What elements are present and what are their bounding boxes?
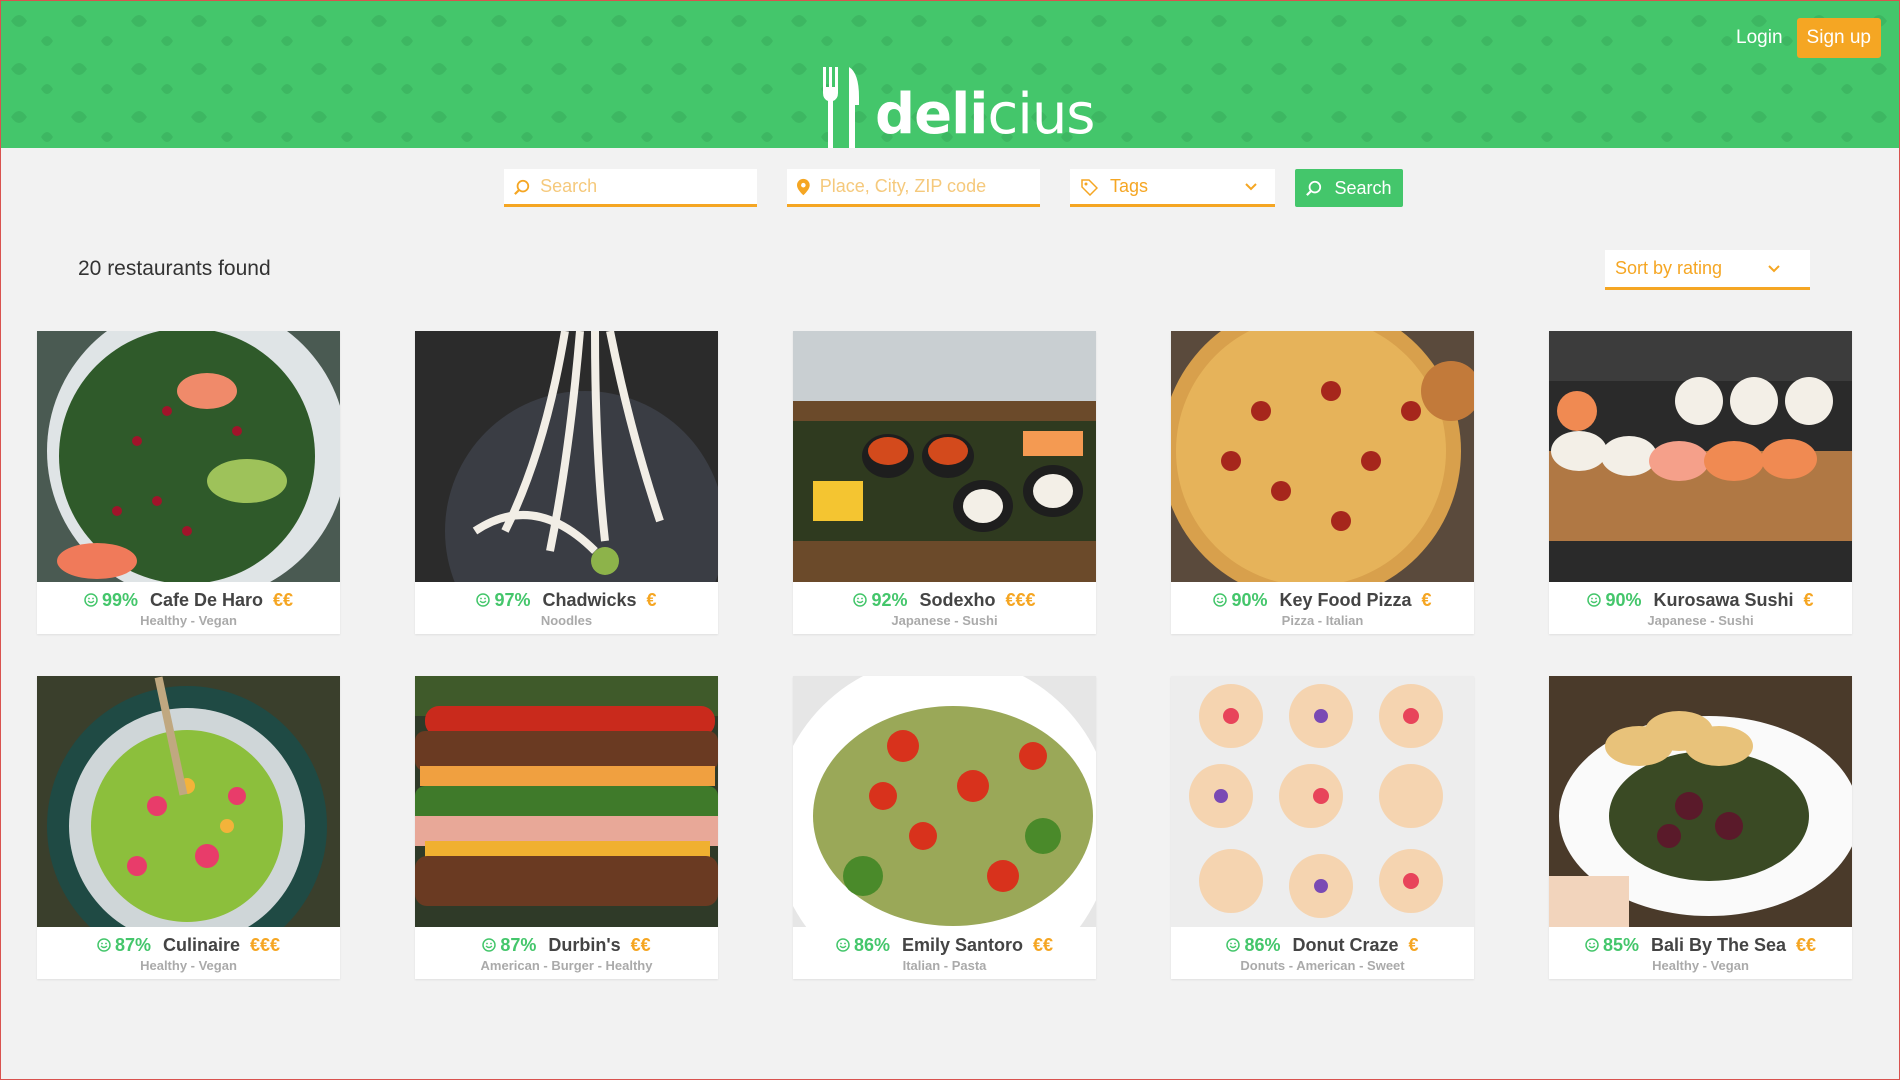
restaurant-price: €: [1408, 935, 1419, 955]
restaurant-card[interactable]: 90% Kurosawa Sushi € Japanese - Sushi: [1549, 331, 1852, 634]
restaurant-name: Chadwicks: [542, 590, 637, 610]
restaurant-tags: Healthy - Vegan: [1652, 958, 1749, 973]
login-link[interactable]: Login: [1736, 27, 1783, 49]
restaurant-tags: Italian - Pasta: [902, 958, 987, 973]
restaurant-price: €€€: [250, 935, 281, 955]
search-field[interactable]: [504, 169, 757, 207]
restaurant-name: Culinaire: [162, 935, 240, 955]
restaurant-card[interactable]: 97% Chadwicks € Noodles: [415, 331, 718, 634]
sort-label: Sort by rating: [1615, 258, 1723, 278]
restaurant-card[interactable]: 92% Sodexho €€€ Japanese - Sushi: [793, 331, 1096, 634]
smiley-icon: [1585, 938, 1599, 952]
restaurant-rating: 97%: [494, 590, 531, 610]
search-icon: [1306, 180, 1322, 196]
restaurant-photo: [415, 331, 718, 582]
fork-knife-icon: [823, 67, 859, 148]
restaurant-price: €: [1803, 590, 1814, 610]
restaurant-card[interactable]: 86% Donut Craze € Donuts - American - Sweet: [1171, 676, 1474, 979]
restaurant-tags: Noodles: [540, 613, 593, 628]
smiley-icon: [1226, 938, 1241, 952]
restaurant-tags: Japanese - Sushi: [891, 613, 998, 628]
smiley-icon: [97, 938, 111, 952]
restaurant-price: €€: [1796, 935, 1817, 955]
place-field[interactable]: [787, 169, 1040, 207]
restaurant-card[interactable]: 87% Culinaire €€€ Healthy - Vegan: [37, 676, 340, 979]
restaurant-name: Key Food Pizza: [1279, 590, 1412, 610]
restaurant-price: €€: [1033, 935, 1054, 955]
restaurant-rating: 87%: [500, 935, 537, 955]
restaurant-name: Cafe De Haro: [149, 590, 264, 610]
restaurant-tags: Pizza - Italian: [1281, 613, 1364, 628]
search-bar: Tags Search: [504, 169, 1403, 207]
site-header: delicius Login Sign up: [1, 1, 1899, 148]
restaurant-name: Emily Santoro: [901, 935, 1024, 955]
restaurant-rating: 86%: [1244, 935, 1281, 955]
logo[interactable]: delicius: [821, 67, 1095, 148]
restaurant-name: Durbin's: [548, 935, 621, 955]
restaurant-photo: [1171, 331, 1474, 582]
restaurant-tags: Donuts - American - Sweet: [1240, 958, 1405, 973]
restaurant-photo: [793, 331, 1096, 582]
brand-name: delicius: [875, 82, 1095, 147]
smiley-icon: [836, 938, 850, 952]
chevron-down-icon: [1768, 264, 1780, 272]
restaurant-photo: [1549, 676, 1852, 927]
restaurant-card[interactable]: 99% Cafe De Haro €€ Healthy - Vegan: [37, 331, 340, 634]
chevron-down-icon: [1245, 182, 1257, 190]
restaurant-rating: 92%: [871, 590, 908, 610]
tags-label: Tags: [1110, 176, 1149, 196]
location-pin-icon: [797, 178, 810, 195]
search-input[interactable]: [540, 176, 757, 197]
sort-select[interactable]: Sort by rating: [1605, 250, 1810, 290]
restaurant-photo: [415, 676, 718, 927]
smiley-icon: [476, 593, 491, 607]
restaurant-price: €€: [630, 935, 651, 955]
restaurant-card[interactable]: 86% Emily Santoro €€ Italian - Pasta: [793, 676, 1096, 979]
smiley-icon: [853, 593, 868, 607]
restaurant-rating: 90%: [1231, 590, 1268, 610]
restaurant-tags: Healthy - Vegan: [140, 958, 237, 973]
restaurant-price: €: [1421, 590, 1432, 610]
search-icon: [514, 179, 530, 195]
smiley-icon: [482, 938, 497, 952]
restaurant-name: Sodexho: [919, 590, 996, 610]
restaurant-photo: [1171, 676, 1474, 927]
signup-button[interactable]: Sign up: [1796, 18, 1881, 58]
restaurant-name: Kurosawa Sushi: [1653, 590, 1794, 610]
search-button-label: Search: [1334, 177, 1392, 198]
restaurant-card[interactable]: 90% Key Food Pizza € Pizza - Italian: [1171, 331, 1474, 634]
restaurant-rating: 86%: [853, 935, 890, 955]
restaurant-name: Bali By The Sea: [1650, 935, 1787, 955]
results-count: 20 restaurants found: [78, 257, 271, 280]
restaurant-tags: Healthy - Vegan: [140, 613, 237, 628]
search-button[interactable]: Search: [1295, 169, 1403, 207]
restaurant-name: Donut Craze: [1292, 935, 1399, 955]
restaurant-price: €€: [273, 590, 294, 610]
auth-area: Login Sign up: [1736, 18, 1881, 58]
smiley-icon: [1213, 593, 1228, 607]
smiley-icon: [84, 593, 98, 607]
restaurant-card[interactable]: 85% Bali By The Sea €€ Healthy - Vegan: [1549, 676, 1852, 979]
restaurant-price: €: [646, 590, 657, 610]
place-input[interactable]: [819, 176, 1040, 197]
tags-select[interactable]: Tags: [1070, 169, 1275, 207]
restaurant-rating: 90%: [1605, 590, 1642, 610]
restaurant-tags: Japanese - Sushi: [1647, 613, 1754, 628]
restaurant-card[interactable]: 87% Durbin's €€ American - Burger - Healthy: [415, 676, 718, 979]
restaurant-photo: [1549, 331, 1852, 582]
restaurant-photo: [37, 331, 340, 582]
restaurant-rating: 87%: [114, 935, 151, 955]
restaurant-rating: 99%: [101, 590, 138, 610]
restaurant-photo: [37, 676, 340, 927]
smiley-icon: [1587, 593, 1602, 607]
restaurant-photo: [793, 676, 1096, 927]
restaurant-rating: 85%: [1602, 935, 1639, 955]
restaurant-price: €€€: [1005, 590, 1036, 610]
restaurant-tags: American - Burger - Healthy: [480, 958, 653, 973]
tag-icon: [1081, 178, 1098, 196]
